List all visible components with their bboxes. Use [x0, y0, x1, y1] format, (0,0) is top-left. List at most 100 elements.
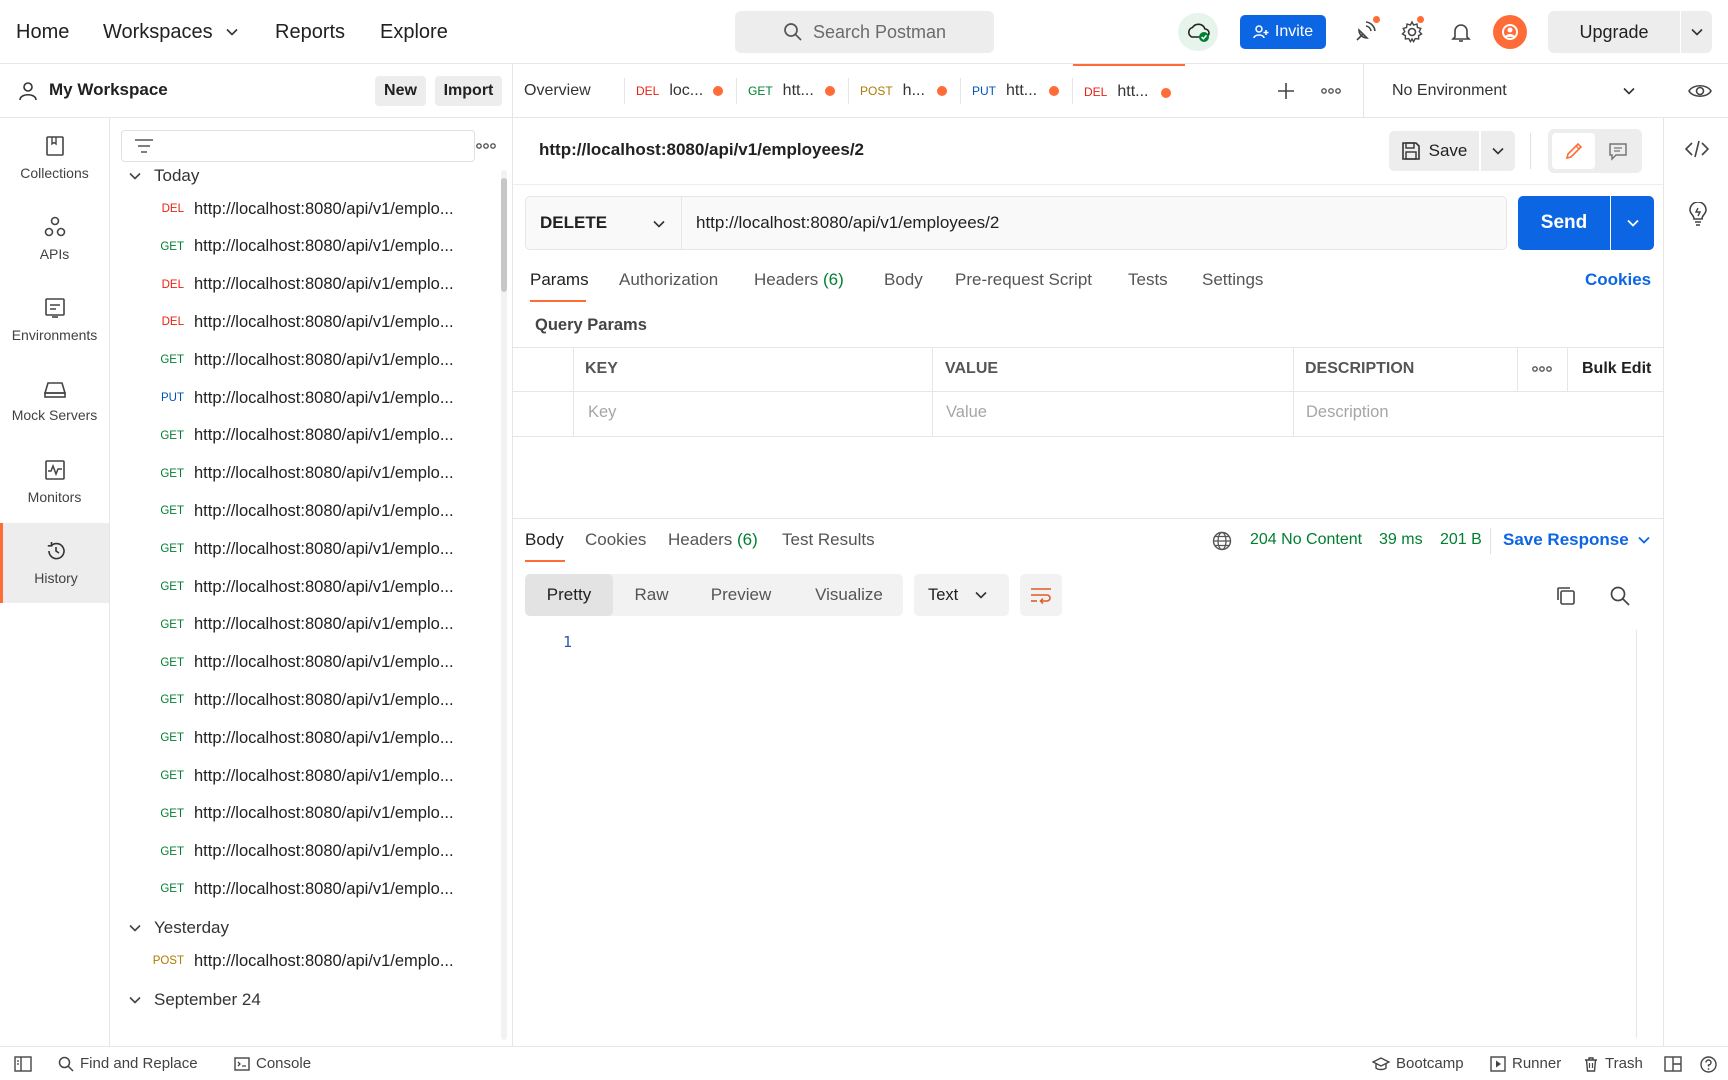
- value-input[interactable]: Value: [946, 403, 987, 422]
- tab-request-4[interactable]: PUT htt...: [961, 64, 1073, 118]
- search-icon[interactable]: [1609, 585, 1631, 607]
- tab-headers[interactable]: Headers (6): [754, 270, 844, 296]
- history-item[interactable]: GET http://localhost:8080/api/v1/emplo...: [110, 343, 490, 377]
- history-item[interactable]: GET http://localhost:8080/api/v1/emplo...: [110, 570, 490, 604]
- history-item[interactable]: GET http://localhost:8080/api/v1/emplo...: [110, 532, 490, 566]
- sidebar-item-monitors[interactable]: Monitors: [0, 442, 109, 522]
- trash-button[interactable]: Trash: [1583, 1055, 1643, 1072]
- history-item[interactable]: GET http://localhost:8080/api/v1/emplo...: [110, 494, 490, 528]
- response-tab-test-results[interactable]: Test Results: [782, 530, 875, 550]
- history-item[interactable]: PUT http://localhost:8080/api/v1/emplo...: [110, 381, 490, 415]
- avatar[interactable]: [1493, 15, 1527, 49]
- bulk-edit-button[interactable]: Bulk Edit: [1582, 360, 1651, 378]
- copy-icon[interactable]: [1555, 585, 1577, 607]
- sidebar-item-mock-servers[interactable]: Mock Servers: [0, 361, 109, 441]
- globe-icon[interactable]: [1212, 531, 1232, 551]
- table-more-icon[interactable]: [1531, 365, 1553, 373]
- save-dropdown-button[interactable]: [1481, 131, 1515, 171]
- chevron-down-icon[interactable]: [1681, 25, 1712, 39]
- tab-body[interactable]: Body: [884, 270, 923, 296]
- sync-status-icon[interactable]: [1178, 13, 1218, 51]
- response-tab-headers[interactable]: Headers (6): [668, 530, 758, 550]
- cookies-link[interactable]: Cookies: [1585, 270, 1651, 290]
- invite-button[interactable]: Invite: [1240, 15, 1326, 49]
- comments-mode-button[interactable]: [1597, 133, 1639, 169]
- tab-request-1[interactable]: DEL loc...: [625, 64, 737, 118]
- editor-scrollbar[interactable]: [1636, 630, 1652, 1038]
- response-size[interactable]: 201 B: [1440, 531, 1482, 549]
- console-button[interactable]: Console: [234, 1055, 311, 1072]
- url-input[interactable]: http://localhost:8080/api/v1/employees/2: [681, 196, 1507, 250]
- nav-reports[interactable]: Reports: [275, 18, 345, 46]
- new-tab-plus-icon[interactable]: [1275, 80, 1297, 102]
- edit-mode-button[interactable]: [1552, 133, 1595, 169]
- filter-input[interactable]: [121, 130, 475, 162]
- history-item[interactable]: GET http://localhost:8080/api/v1/emplo...: [110, 457, 490, 491]
- response-time[interactable]: 39 ms: [1379, 531, 1423, 549]
- bell-icon[interactable]: [1449, 20, 1473, 44]
- help-icon[interactable]: [1700, 1056, 1717, 1073]
- tab-params[interactable]: Params: [530, 270, 589, 296]
- format-pretty-button[interactable]: Pretty: [525, 574, 613, 616]
- two-pane-icon[interactable]: [1664, 1056, 1682, 1072]
- nav-home[interactable]: Home: [16, 18, 69, 46]
- save-button[interactable]: Save: [1389, 131, 1479, 171]
- response-tab-cookies[interactable]: Cookies: [585, 530, 646, 550]
- history-group-header[interactable]: Today: [128, 164, 199, 188]
- tab-request-5[interactable]: DEL htt...: [1073, 64, 1185, 118]
- history-item[interactable]: GET http://localhost:8080/api/v1/emplo...: [110, 872, 490, 906]
- import-button[interactable]: Import: [435, 76, 502, 106]
- toggle-sidebar-icon[interactable]: [14, 1056, 32, 1072]
- history-scrollbar[interactable]: [501, 170, 507, 1040]
- satellite-icon[interactable]: [1353, 20, 1377, 44]
- response-status[interactable]: 204 No Content: [1250, 531, 1362, 549]
- history-item[interactable]: GET http://localhost:8080/api/v1/emplo...: [110, 835, 490, 869]
- tab-request-2[interactable]: GET htt...: [737, 64, 849, 118]
- more-options-icon[interactable]: [475, 142, 497, 150]
- history-item[interactable]: GET http://localhost:8080/api/v1/emplo...: [110, 683, 490, 717]
- history-item[interactable]: DEL http://localhost:8080/api/v1/emplo...: [110, 268, 490, 302]
- key-input[interactable]: Key: [588, 403, 616, 422]
- wrap-lines-button[interactable]: [1020, 574, 1062, 616]
- tab-tests[interactable]: Tests: [1128, 270, 1168, 296]
- description-input[interactable]: Description: [1306, 403, 1389, 422]
- eye-icon[interactable]: [1688, 81, 1712, 101]
- sidebar-item-collections[interactable]: Collections: [0, 118, 109, 198]
- tab-settings[interactable]: Settings: [1202, 270, 1263, 296]
- tab-authorization[interactable]: Authorization: [619, 270, 718, 296]
- send-button[interactable]: Send: [1518, 196, 1610, 250]
- find-replace-button[interactable]: Find and Replace: [58, 1055, 198, 1072]
- environment-select[interactable]: No Environment: [1363, 64, 1668, 118]
- history-item[interactable]: GET http://localhost:8080/api/v1/emplo...: [110, 419, 490, 453]
- history-group-header[interactable]: September 24: [128, 988, 261, 1012]
- lightbulb-icon[interactable]: [1688, 202, 1708, 226]
- language-select[interactable]: Text: [914, 574, 1009, 616]
- upgrade-button[interactable]: Upgrade: [1548, 11, 1712, 53]
- code-icon[interactable]: [1685, 140, 1709, 158]
- bootcamp-button[interactable]: Bootcamp: [1372, 1055, 1464, 1072]
- tab-pre-request-script[interactable]: Pre-request Script: [955, 270, 1092, 296]
- workspace-title[interactable]: My Workspace: [49, 80, 168, 100]
- history-item[interactable]: POST http://localhost:8080/api/v1/emplo..…: [110, 944, 490, 978]
- history-item[interactable]: GET http://localhost:8080/api/v1/emplo...: [110, 721, 490, 755]
- history-item[interactable]: GET http://localhost:8080/api/v1/emplo...: [110, 608, 490, 642]
- tabs-more-icon[interactable]: [1320, 87, 1342, 95]
- history-item[interactable]: GET http://localhost:8080/api/v1/emplo...: [110, 797, 490, 831]
- response-tab-body[interactable]: Body: [525, 530, 564, 550]
- send-dropdown-button[interactable]: [1611, 196, 1654, 250]
- history-item[interactable]: GET http://localhost:8080/api/v1/emplo...: [110, 646, 490, 680]
- sidebar-item-environments[interactable]: Environments: [0, 280, 109, 360]
- nav-workspaces[interactable]: Workspaces: [103, 18, 239, 46]
- history-item[interactable]: DEL http://localhost:8080/api/v1/emplo...: [110, 305, 490, 339]
- runner-button[interactable]: Runner: [1490, 1055, 1561, 1072]
- tab-request-3[interactable]: POST h...: [849, 64, 961, 118]
- history-item[interactable]: GET http://localhost:8080/api/v1/emplo...: [110, 759, 490, 793]
- sidebar-item-apis[interactable]: APIs: [0, 199, 109, 279]
- history-item[interactable]: DEL http://localhost:8080/api/v1/emplo...: [110, 192, 490, 226]
- tab-request-0[interactable]: Overview: [513, 64, 625, 118]
- format-raw-button[interactable]: Raw: [615, 574, 688, 616]
- history-group-header[interactable]: Yesterday: [128, 916, 229, 940]
- format-visualize-button[interactable]: Visualize: [800, 574, 898, 616]
- response-divider[interactable]: [513, 518, 1663, 519]
- save-response-button[interactable]: Save Response: [1503, 530, 1651, 550]
